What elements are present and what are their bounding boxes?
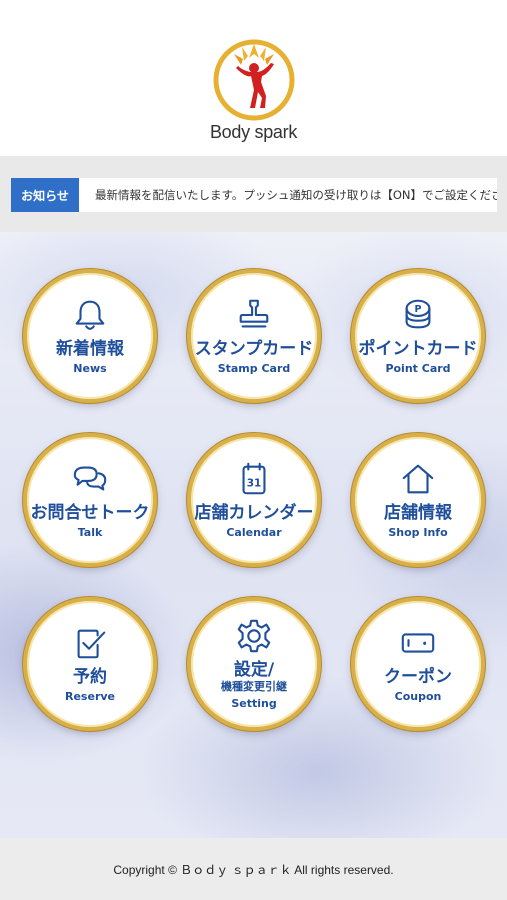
calendar-day: 31 — [247, 478, 262, 490]
menu-point-card-label: ポイントカード — [358, 339, 478, 359]
menu-grid: 新着情報 News スタンプカード Stamp Card P ポイントカード P… — [0, 232, 507, 838]
chat-bubbles-icon — [70, 459, 110, 499]
menu-reserve-sublabel: Reserve — [65, 690, 115, 703]
gear-icon — [234, 616, 274, 656]
news-badge: お知らせ — [11, 178, 79, 212]
stamp-icon — [234, 295, 274, 335]
menu-calendar-label: 店舗カレンダー — [194, 503, 314, 523]
menu-coupon-button[interactable]: クーポン Coupon — [351, 597, 485, 731]
brand-name: Body spark — [209, 122, 298, 142]
menu-shop-info-sublabel: Shop Info — [388, 526, 448, 539]
menu-point-card-sublabel: Point Card — [385, 362, 451, 375]
menu-reserve-button[interactable]: 予約 Reserve — [23, 597, 157, 731]
menu-stamp-card-label: スタンプカード — [194, 339, 314, 359]
coin-stack-icon: P — [398, 295, 438, 335]
footer-copyright: Copyright © Ｂｏｄｙ ｓｐａｒｋ All rights reserv… — [0, 838, 507, 900]
menu-news-button[interactable]: 新着情報 News — [23, 269, 157, 403]
calendar-icon: 31 — [234, 459, 274, 499]
menu-stamp-card-sublabel: Stamp Card — [217, 362, 291, 375]
checklist-icon — [70, 623, 110, 663]
menu-shop-info-button[interactable]: 店舗情報 Shop Info — [351, 433, 485, 567]
menu-setting-sublabel: Setting — [231, 697, 277, 710]
menu-setting-sub-jp: 機種変更引継 — [221, 680, 287, 693]
menu-calendar-button[interactable]: 31 店舗カレンダー Calendar — [187, 433, 321, 567]
menu-stamp-card-button[interactable]: スタンプカード Stamp Card — [187, 269, 321, 403]
menu-talk-label: お問合せトーク — [30, 503, 150, 523]
menu-news-label: 新着情報 — [56, 339, 124, 359]
ticket-icon — [398, 623, 438, 663]
menu-shop-info-label: 店舗情報 — [384, 503, 452, 523]
menu-coupon-label: クーポン — [384, 667, 452, 687]
brand-logo-icon — [213, 39, 295, 121]
menu-calendar-sublabel: Calendar — [226, 526, 282, 539]
menu-news-sublabel: News — [73, 362, 107, 375]
menu-setting-label: 設定/ — [233, 660, 275, 680]
menu-point-card-button[interactable]: P ポイントカード Point Card — [351, 269, 485, 403]
news-ticker-text[interactable]: 最新情報を配信いたします。プッシュ通知の受け取りは【ON】でご設定ください。 — [95, 178, 497, 212]
menu-talk-sublabel: Talk — [77, 526, 103, 539]
menu-coupon-sublabel: Coupon — [394, 690, 442, 703]
bell-icon — [70, 295, 110, 335]
menu-talk-button[interactable]: お問合せトーク Talk — [23, 433, 157, 567]
app-header: Body spark — [0, 0, 507, 156]
news-ticker[interactable]: お知らせ 最新情報を配信いたします。プッシュ通知の受け取りは【ON】でご設定くだ… — [0, 156, 507, 232]
point-letter: P — [415, 304, 422, 315]
home-icon — [398, 459, 438, 499]
menu-reserve-label: 予約 — [73, 667, 107, 687]
news-ticker-box[interactable]: お知らせ 最新情報を配信いたします。プッシュ通知の受け取りは【ON】でご設定くだ… — [11, 178, 497, 212]
menu-setting-button[interactable]: 設定/ 機種変更引継 Setting — [187, 597, 321, 731]
